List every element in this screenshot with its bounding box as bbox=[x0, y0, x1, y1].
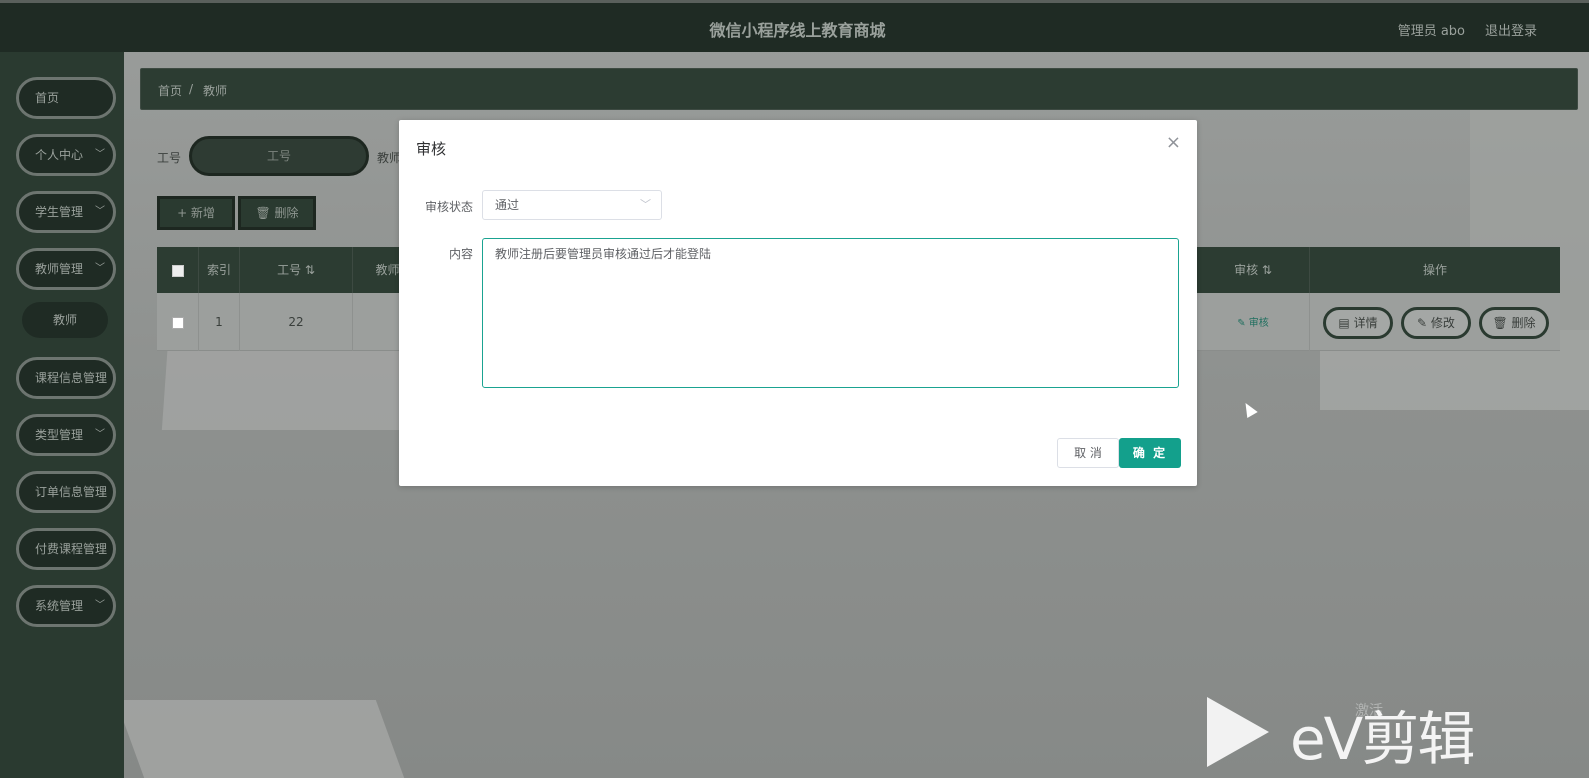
bg-shape bbox=[115, 700, 405, 778]
col-op: 操作 bbox=[1422, 263, 1447, 277]
top-bar: 微信小程序线上教育商城 管理员 abo 退出登录 bbox=[0, 0, 1589, 52]
col-index: 索引 bbox=[199, 247, 240, 293]
close-icon[interactable]: × bbox=[1166, 132, 1181, 153]
sidebar-item-label: 首页 bbox=[35, 91, 60, 105]
status-select[interactable]: 通过 ﹀ bbox=[482, 190, 662, 220]
status-label: 审核状态 bbox=[424, 200, 473, 214]
cell-audit[interactable]: ✎ 审核 bbox=[1197, 293, 1310, 351]
admin-label: 管理员 abo bbox=[1397, 24, 1465, 39]
trash-icon: 🗑 bbox=[255, 206, 275, 220]
sidebar-item-personal[interactable]: 个人中心 ﹀ bbox=[16, 134, 116, 176]
row-delete-button[interactable]: 🗑 删除 bbox=[1479, 307, 1549, 339]
audit-link[interactable]: ✎ 审核 bbox=[1237, 318, 1269, 329]
chevron-down-icon: ﹀ bbox=[95, 149, 105, 160]
delete-button[interactable]: 🗑 删除 bbox=[238, 196, 316, 230]
content-textarea[interactable] bbox=[482, 238, 1179, 388]
chevron-down-icon: ﹀ bbox=[95, 429, 105, 440]
chevron-up-icon: ﹀ bbox=[95, 263, 105, 274]
detail-button-label: 详情 bbox=[1353, 316, 1378, 330]
select-all-cell[interactable] bbox=[157, 247, 199, 293]
sidebar-item-paid-courses[interactable]: 付费课程管理 bbox=[16, 528, 116, 570]
breadcrumb: 首页 / 教师 bbox=[140, 68, 1578, 110]
chevron-down-icon: ﹀ bbox=[95, 206, 105, 217]
col-gh[interactable]: 工号 ⇅ bbox=[240, 247, 353, 293]
search-gh-label: 工号 bbox=[157, 151, 182, 165]
breadcrumb-current: 教师 bbox=[203, 84, 228, 98]
sidebar-item-home[interactable]: 首页 bbox=[16, 77, 116, 119]
search-gh-input[interactable]: 工号 bbox=[189, 136, 369, 176]
audit-link-label: 审核 bbox=[1248, 318, 1269, 329]
sidebar-item-teachers[interactable]: 教师管理 ﹀ bbox=[16, 248, 116, 290]
sidebar-item-label: 教师管理 bbox=[35, 262, 84, 276]
breadcrumb-separator: / bbox=[189, 82, 194, 96]
sidebar-item-label: 订单信息管理 bbox=[35, 485, 108, 499]
dialog-title: 审核 bbox=[416, 140, 447, 158]
sidebar-item-orders[interactable]: 订单信息管理 bbox=[16, 471, 116, 513]
status-select-value: 通过 bbox=[495, 198, 520, 212]
cell-gh: 22 bbox=[240, 293, 353, 351]
search-js-label: 教师 bbox=[377, 151, 402, 165]
watermark-faint-text: 激活 bbox=[1355, 703, 1383, 719]
logout-link[interactable]: 退出登录 bbox=[1485, 20, 1537, 39]
sidebar-item-label: 学生管理 bbox=[35, 205, 84, 219]
row-checkbox[interactable] bbox=[171, 316, 184, 329]
confirm-button[interactable]: 确 定 bbox=[1119, 438, 1181, 468]
detail-button[interactable]: ▤ 详情 bbox=[1323, 307, 1393, 339]
edit-button-label: 修改 bbox=[1430, 316, 1455, 330]
sidebar: 首页 个人中心 ﹀ 学生管理 ﹀ 教师管理 ﹀ 教师 课程信息管理 类型管理 ﹀ 订单信… bbox=[0, 52, 124, 778]
row-delete-button-label: 删除 bbox=[1511, 316, 1536, 330]
sidebar-item-label: 类型管理 bbox=[35, 428, 84, 442]
sidebar-item-system[interactable]: 系统管理 ﹀ bbox=[16, 585, 116, 627]
add-button[interactable]: + 新增 bbox=[157, 196, 235, 230]
breadcrumb-home[interactable]: 首页 bbox=[158, 82, 182, 99]
select-all-checkbox[interactable] bbox=[171, 264, 184, 277]
content-label: 内容 bbox=[448, 247, 473, 261]
edit-button[interactable]: ✎ 修改 bbox=[1401, 307, 1471, 339]
sidebar-item-label: 课程信息管理 bbox=[35, 371, 108, 385]
sidebar-item-types[interactable]: 类型管理 ﹀ bbox=[16, 414, 116, 456]
sidebar-item-label: 付费课程管理 bbox=[35, 542, 108, 556]
play-logo-icon bbox=[1207, 697, 1269, 767]
delete-button-label: 删除 bbox=[274, 206, 299, 220]
sidebar-item-label: 个人中心 bbox=[35, 148, 84, 162]
bg-shape bbox=[161, 340, 409, 430]
sidebar-subitem-teacher[interactable]: 教师 bbox=[22, 302, 108, 338]
col-sh[interactable]: 审核 ⇅ bbox=[1197, 247, 1310, 293]
app-title: 微信小程序线上教育商城 bbox=[709, 21, 886, 40]
chevron-down-icon: ﹀ bbox=[640, 198, 651, 211]
row-select-cell[interactable] bbox=[157, 293, 199, 351]
cancel-button[interactable]: 取 消 bbox=[1057, 438, 1119, 468]
chevron-down-icon: ﹀ bbox=[95, 600, 105, 611]
cell-index: 1 bbox=[199, 293, 240, 351]
sidebar-item-label: 系统管理 bbox=[35, 599, 84, 613]
sidebar-item-students[interactable]: 学生管理 ﹀ bbox=[16, 191, 116, 233]
audit-dialog: 审核 × 审核状态 通过 ﹀ 内容 取 消 确 定 bbox=[399, 120, 1197, 486]
sidebar-item-courses[interactable]: 课程信息管理 bbox=[16, 357, 116, 399]
